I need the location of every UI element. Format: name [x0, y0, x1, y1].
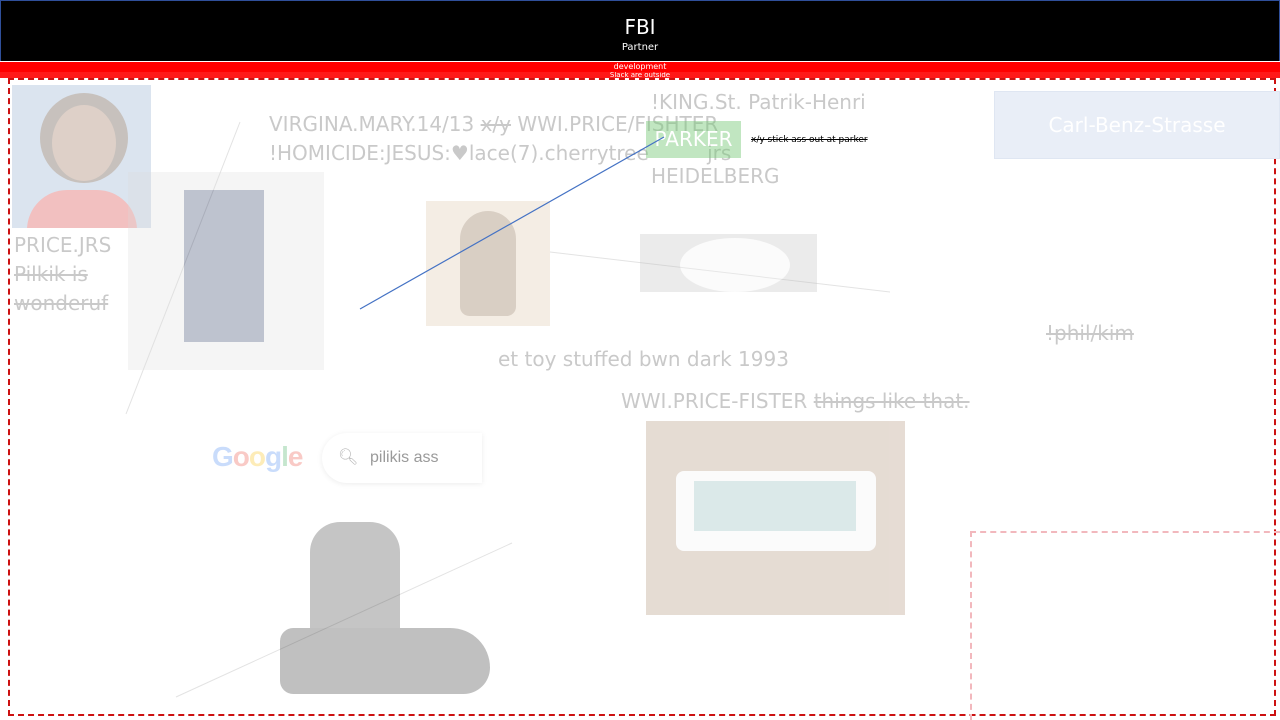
logo-letter: g: [265, 441, 282, 472]
logo-letter: G: [212, 441, 234, 472]
boot-foot: [280, 628, 490, 694]
portrait-dress: [27, 190, 137, 228]
text-heidelberg[interactable]: HEIDELBERG: [651, 164, 780, 188]
et-toy-photo[interactable]: [426, 201, 550, 326]
table-felt: [694, 481, 856, 531]
header-bar: FBI Partner: [0, 0, 1280, 61]
search-icon: 🔍︎: [338, 447, 359, 466]
virgina-text: VIRGINA.MARY.14/13: [269, 112, 475, 136]
et-vhs-photo[interactable]: [128, 172, 324, 370]
logo-letter: l: [281, 441, 289, 472]
carl-benz-box[interactable]: Carl-Benz-Strasse: [994, 91, 1280, 159]
logo-letter: o: [248, 441, 266, 472]
banner-development: development: [0, 62, 1280, 72]
air-hockey-table-photo[interactable]: [646, 421, 905, 615]
boot-photo[interactable]: [280, 518, 490, 698]
et-vhs-box: [184, 190, 264, 342]
google-search-box[interactable]: 🔍︎: [322, 433, 484, 483]
things-like-that: things like that.: [813, 389, 970, 413]
boot-shaft: [310, 522, 400, 642]
text-pilkik-is[interactable]: Pilkik is: [14, 262, 88, 286]
parker-box[interactable]: PARKER: [646, 121, 741, 158]
text-price-fister[interactable]: WWI.PRICE-FISTER things like that.: [621, 389, 970, 413]
page-subtitle: Partner: [621, 42, 659, 53]
text-wonderuf[interactable]: wonderuf: [14, 291, 108, 315]
fluffy-photo[interactable]: [640, 234, 817, 292]
virgina-strike: x/y: [480, 112, 512, 136]
portrait-face: [52, 105, 116, 181]
logo-letter: o: [232, 441, 250, 472]
homicide-text: !HOMICIDE:JESUS:♥lace(7).cherrytree: [269, 141, 649, 165]
price-fister-text: WWI.PRICE-FISTER: [621, 389, 808, 413]
text-et-toy[interactable]: et toy stuffed bwn dark 1993: [498, 347, 789, 371]
google-logo: Google: [212, 441, 304, 473]
stick-note[interactable]: x/y stick ass out at parker: [751, 135, 868, 145]
text-king[interactable]: !KING.St. Patrik-Henri: [651, 90, 866, 114]
text-price-jrs[interactable]: PRICE.JRS: [14, 233, 111, 257]
search-input[interactable]: [368, 445, 484, 471]
logo-letter: e: [287, 441, 304, 472]
page-title: FBI: [624, 15, 656, 39]
placeholder-frame[interactable]: [970, 531, 1280, 720]
text-phil-kim[interactable]: !phil/kim: [1046, 321, 1134, 345]
fluffy-ball: [680, 238, 790, 292]
et-toy-body: [460, 211, 516, 316]
